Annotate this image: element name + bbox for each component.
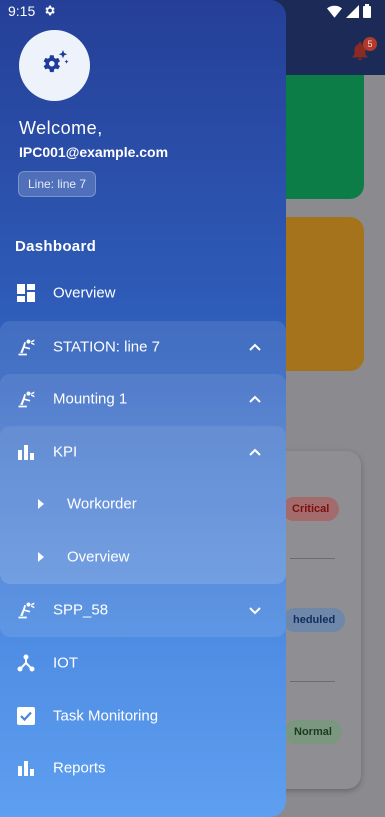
menu-item-label: KPI xyxy=(53,443,78,461)
menu-item-label: Mounting 1 xyxy=(53,390,128,408)
menu-item-label: IOT xyxy=(53,654,78,672)
menu-item-station[interactable]: STATION: line 7 xyxy=(0,321,286,373)
robot-arm-icon xyxy=(16,600,36,620)
menu-item-kpi-overview[interactable]: Overview xyxy=(0,531,286,583)
avatar xyxy=(19,30,90,101)
menu-item-iot[interactable]: IOT xyxy=(0,637,286,689)
settings-avatar-icon xyxy=(38,46,72,85)
menu-item-label: SPP_58 xyxy=(53,601,109,619)
divider xyxy=(290,558,335,559)
status-badge-scheduled: heduled xyxy=(283,608,346,632)
menu-item-label: Reports xyxy=(53,759,106,777)
menu-item-label: STATION: line 7 xyxy=(53,338,160,356)
chevron-up-icon[interactable] xyxy=(248,392,262,406)
menu-item-label: Task Monitoring xyxy=(53,707,159,725)
chevron-up-icon[interactable] xyxy=(248,340,262,354)
menu-item-spp[interactable]: SPP_58 xyxy=(0,584,286,636)
menu-item-mounting[interactable]: Mounting 1 xyxy=(0,373,286,425)
wifi-icon xyxy=(327,5,342,18)
battery-icon xyxy=(363,4,371,18)
bar-chart-icon xyxy=(16,758,36,778)
chevron-up-icon[interactable] xyxy=(248,445,262,459)
line-chip[interactable]: Line: line 7 xyxy=(18,171,97,197)
menu-item-kpi[interactable]: KPI xyxy=(0,426,286,478)
section-title: Dashboard xyxy=(15,238,97,255)
menu-item-task-monitoring[interactable]: Task Monitoring xyxy=(0,690,286,742)
signal-icon xyxy=(346,4,359,18)
menu-item-overview[interactable]: Overview xyxy=(0,267,286,319)
dashboard-grid-icon xyxy=(16,283,36,303)
triangle-right-icon xyxy=(38,499,44,509)
gear-icon xyxy=(43,4,56,17)
status-time: 9:15 xyxy=(8,3,36,19)
robot-arm-icon xyxy=(16,389,36,409)
divider xyxy=(290,681,335,682)
status-bar: 9:15 xyxy=(0,0,385,24)
bar-chart-icon xyxy=(16,442,36,462)
user-email: IPC001@example.com xyxy=(19,144,169,160)
menu-item-workorder[interactable]: Workorder xyxy=(0,478,286,530)
menu-item-label: Overview xyxy=(67,548,130,566)
triangle-right-icon xyxy=(38,552,44,562)
robot-arm-icon xyxy=(16,337,36,357)
notification-badge: 5 xyxy=(363,37,377,51)
menu-item-label: Workorder xyxy=(67,495,137,513)
chevron-down-icon[interactable] xyxy=(248,603,262,617)
status-badge-critical: Critical xyxy=(282,497,340,521)
welcome-text: Welcome, xyxy=(19,118,103,138)
menu-item-reports[interactable]: Reports xyxy=(0,742,286,794)
menu-item-label: Overview xyxy=(53,284,116,302)
checkbox-icon xyxy=(16,706,36,726)
navigation-drawer: Welcome, IPC001@example.com Line: line 7… xyxy=(0,0,286,817)
hub-icon xyxy=(16,653,36,673)
status-badge-normal: Normal xyxy=(284,720,342,744)
